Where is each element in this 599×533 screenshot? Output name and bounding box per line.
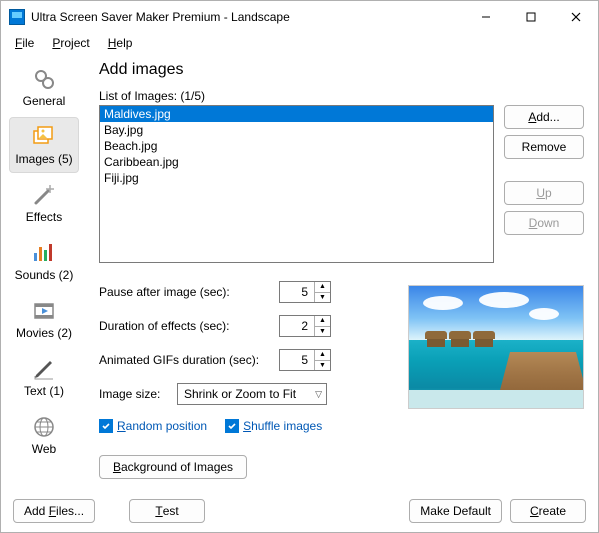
sidebar: General Images (5) Effects	[1, 53, 87, 490]
sidebar-item-effects[interactable]: Effects	[9, 175, 79, 231]
gif-value[interactable]: 5	[280, 353, 314, 367]
background-of-images-button[interactable]: Background of Images	[99, 455, 247, 479]
duration-value[interactable]: 2	[280, 319, 314, 333]
spin-down-icon[interactable]: ▼	[315, 293, 330, 303]
list-item[interactable]: Bay.jpg	[100, 122, 493, 138]
gear-icon	[31, 67, 57, 91]
make-default-button[interactable]: Make Default	[409, 499, 502, 523]
maximize-button[interactable]	[508, 2, 553, 32]
test-button[interactable]: Test	[129, 499, 205, 523]
images-icon	[31, 125, 57, 149]
menu-project[interactable]: Project	[44, 34, 97, 52]
sidebar-item-sounds[interactable]: Sounds (2)	[9, 233, 79, 289]
spin-down-icon[interactable]: ▼	[315, 327, 330, 337]
menubar: File Project Help	[1, 33, 598, 53]
globe-icon	[31, 415, 57, 439]
page-title: Add images	[99, 61, 584, 79]
chevron-down-icon: ▽	[315, 389, 322, 400]
checkmark-icon	[99, 419, 113, 433]
menu-help[interactable]: Help	[100, 34, 141, 52]
main-area: General Images (5) Effects	[1, 53, 598, 490]
pencil-icon	[31, 357, 57, 381]
spin-up-icon[interactable]: ▲	[315, 350, 330, 361]
sidebar-label: Web	[32, 442, 56, 456]
app-window: Ultra Screen Saver Maker Premium - Lands…	[0, 0, 599, 533]
down-button[interactable]: Down	[504, 211, 584, 235]
sidebar-label: Sounds (2)	[15, 268, 74, 282]
size-value: Shrink or Zoom to Fit	[184, 387, 296, 401]
list-item[interactable]: Maldives.jpg	[100, 106, 493, 122]
up-button[interactable]: Up	[504, 181, 584, 205]
random-position-checkbox[interactable]: Random position	[99, 419, 207, 433]
spin-down-icon[interactable]: ▼	[315, 361, 330, 371]
bottom-bar: Add Files... Test Make Default Create	[1, 490, 598, 532]
size-label: Image size:	[99, 387, 169, 401]
pause-value[interactable]: 5	[280, 285, 314, 299]
menu-file[interactable]: File	[7, 34, 42, 52]
duration-spinner[interactable]: 2 ▲▼	[279, 315, 331, 337]
titlebar: Ultra Screen Saver Maker Premium - Lands…	[1, 1, 598, 33]
list-item[interactable]: Beach.jpg	[100, 138, 493, 154]
image-preview	[408, 285, 584, 409]
list-item[interactable]: Fiji.jpg	[100, 170, 493, 186]
duration-label: Duration of effects (sec):	[99, 319, 271, 333]
list-header: List of Images: (1/5)	[99, 89, 584, 103]
checkmark-icon	[225, 419, 239, 433]
sidebar-label: Effects	[26, 210, 62, 224]
equalizer-icon	[31, 241, 57, 265]
app-icon	[9, 9, 25, 25]
film-icon	[31, 299, 57, 323]
add-button[interactable]: Add...	[504, 105, 584, 129]
list-buttons: Add... Remove Up Down	[504, 105, 584, 263]
image-size-dropdown[interactable]: Shrink or Zoom to Fit ▽	[177, 383, 327, 405]
sidebar-label: Movies (2)	[16, 326, 72, 340]
window-title: Ultra Screen Saver Maker Premium - Lands…	[31, 10, 290, 24]
sidebar-item-web[interactable]: Web	[9, 407, 79, 463]
pause-spinner[interactable]: 5 ▲▼	[279, 281, 331, 303]
minimize-button[interactable]	[463, 2, 508, 32]
sparkle-icon	[31, 183, 57, 207]
sidebar-item-movies[interactable]: Movies (2)	[9, 291, 79, 347]
spin-up-icon[interactable]: ▲	[315, 282, 330, 293]
sidebar-item-general[interactable]: General	[9, 59, 79, 115]
close-button[interactable]	[553, 2, 598, 32]
sidebar-label: Text (1)	[24, 384, 64, 398]
sidebar-item-images[interactable]: Images (5)	[9, 117, 79, 173]
list-item[interactable]: Caribbean.jpg	[100, 154, 493, 170]
sidebar-label: Images (5)	[15, 152, 72, 166]
pause-label: Pause after image (sec):	[99, 285, 271, 299]
shuffle-images-checkbox[interactable]: Shuffle images	[225, 419, 322, 433]
gif-label: Animated GIFs duration (sec):	[99, 353, 271, 367]
sidebar-item-text[interactable]: Text (1)	[9, 349, 79, 405]
spin-up-icon[interactable]: ▲	[315, 316, 330, 327]
remove-button[interactable]: Remove	[504, 135, 584, 159]
create-button[interactable]: Create	[510, 499, 586, 523]
content-panel: Add images List of Images: (1/5) Maldive…	[87, 53, 598, 490]
add-files-button[interactable]: Add Files...	[13, 499, 95, 523]
gif-spinner[interactable]: 5 ▲▼	[279, 349, 331, 371]
image-listbox[interactable]: Maldives.jpg Bay.jpg Beach.jpg Caribbean…	[99, 105, 494, 263]
sidebar-label: General	[23, 94, 66, 108]
